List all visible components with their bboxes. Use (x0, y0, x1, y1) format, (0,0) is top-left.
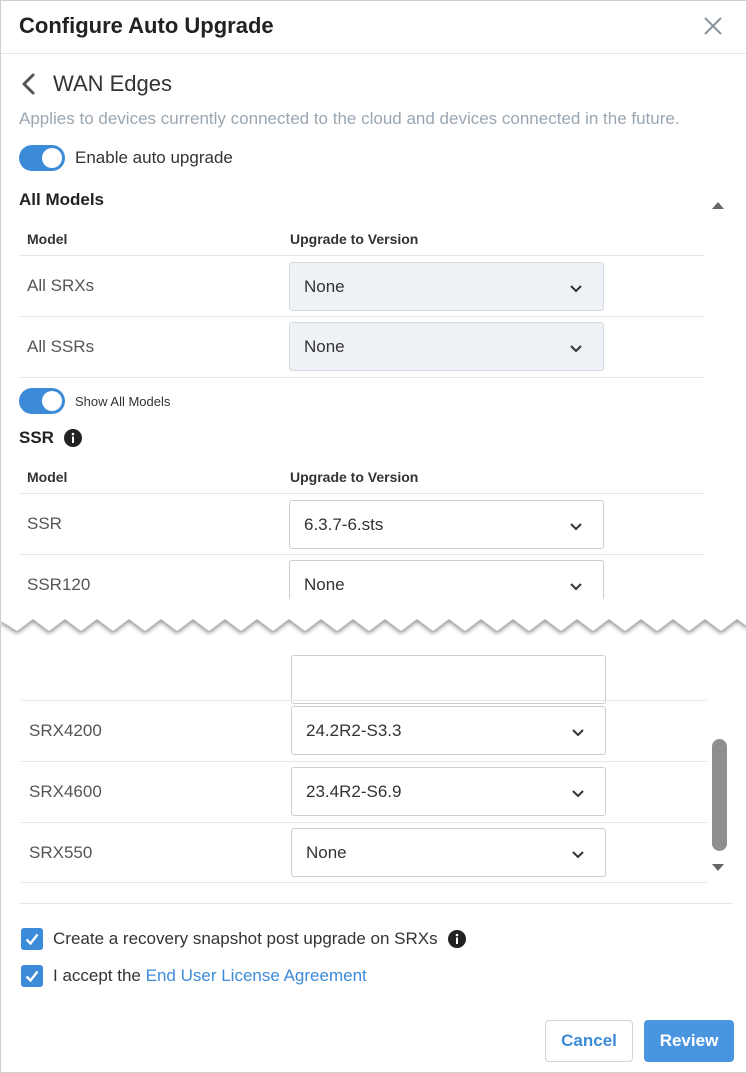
select-value: 23.4R2-S6.9 (306, 781, 402, 801)
ssr-heading: SSR (19, 428, 82, 448)
info-icon[interactable] (63, 429, 82, 447)
close-icon[interactable] (702, 15, 724, 37)
divider (21, 882, 707, 883)
all-srxs-version-select[interactable]: None (289, 262, 604, 311)
chevron-down-icon (570, 583, 582, 591)
eula-label: I accept the End User License Agreement (53, 966, 367, 986)
all-models-col-model: Model (27, 231, 68, 247)
srx4600-version-select[interactable]: 23.4R2-S6.9 (291, 767, 606, 816)
chevron-left-icon[interactable] (19, 72, 39, 96)
srx-row-model: SRX550 (29, 843, 93, 862)
recovery-snapshot-row: Create a recovery snapshot post upgrade … (21, 928, 466, 950)
scroll-up-arrow-icon[interactable] (707, 195, 729, 215)
enable-auto-upgrade-label: Enable auto upgrade (75, 148, 233, 167)
scrollbar-bottom[interactable] (707, 639, 729, 885)
ssr-col-model: Model (27, 469, 68, 485)
models-scroll-area-top[interactable]: All Models Model Upgrade to Version All … (1, 187, 736, 621)
eula-checkbox[interactable] (21, 965, 43, 987)
divider (19, 255, 705, 256)
show-all-models-toggle[interactable] (19, 388, 65, 414)
review-button[interactable]: Review (644, 1020, 734, 1062)
divider (19, 377, 705, 378)
footer-divider (19, 903, 733, 904)
divider (21, 761, 707, 762)
applies-description: Applies to devices currently connected t… (19, 109, 680, 128)
srx4200-version-select[interactable]: 24.2R2-S3.3 (291, 706, 606, 755)
srx-row-model: SRX4200 (29, 721, 102, 740)
srx550-version-select[interactable]: None (291, 828, 606, 877)
all-models-heading-text: All Models (19, 190, 105, 209)
scrollbar-thumb[interactable] (712, 739, 727, 851)
checkmark-icon (25, 970, 39, 983)
all-models-row-model: All SRXs (27, 276, 95, 295)
ssr-col-version: Upgrade to Version (290, 469, 419, 485)
divider (19, 316, 705, 317)
srx-row-model: SRX4600 (29, 782, 102, 801)
divider (19, 493, 705, 494)
show-all-models-row: Show All Models (19, 388, 170, 414)
all-models-heading: All Models (19, 190, 104, 210)
recovery-snapshot-checkbox[interactable] (21, 928, 43, 950)
chevron-down-icon (572, 851, 584, 859)
dialog-header: Configure Auto Upgrade (1, 1, 746, 54)
toggle-knob (42, 391, 62, 411)
ssr-heading-text: SSR (19, 428, 54, 447)
ssr-row-model: SSR (27, 514, 62, 533)
show-all-models-label: Show All Models (75, 393, 171, 409)
select-value: None (304, 276, 345, 296)
cancel-button[interactable]: Cancel (545, 1020, 633, 1062)
ssr-version-select[interactable]: 6.3.7-6.sts (289, 500, 604, 549)
select-value: None (306, 842, 347, 862)
chevron-down-icon (570, 345, 582, 353)
all-models-row-model: All SSRs (27, 337, 95, 356)
enable-auto-upgrade-toggle[interactable] (19, 145, 65, 171)
divider (21, 822, 707, 823)
eula-row: I accept the End User License Agreement (21, 965, 367, 987)
ssr-row-model: SSR120 (27, 575, 91, 594)
divider (21, 700, 707, 701)
select-value: None (304, 336, 345, 356)
chevron-down-icon (572, 790, 584, 798)
partial-version-select[interactable] (291, 655, 606, 704)
all-models-col-version: Upgrade to Version (290, 231, 419, 247)
models-scroll-area-bottom[interactable]: SRX4200 24.2R2-S3.3 SRX4600 23.4R2-S6.9 … (1, 639, 736, 885)
select-value: None (304, 574, 345, 594)
eula-link[interactable]: End User License Agreement (146, 966, 367, 985)
recovery-snapshot-label: Create a recovery snapshot post upgrade … (53, 929, 438, 948)
all-ssrs-version-select[interactable]: None (289, 322, 604, 371)
back-row: WAN Edges (19, 69, 172, 99)
chevron-down-icon (570, 285, 582, 293)
select-value: 24.2R2-S3.3 (306, 720, 402, 740)
scroll-down-arrow-icon[interactable] (707, 857, 729, 877)
chevron-down-icon (572, 729, 584, 737)
checkmark-icon (25, 933, 39, 946)
section-title: WAN Edges (53, 71, 173, 96)
select-value: 6.3.7-6.sts (304, 514, 384, 534)
chevron-down-icon (570, 523, 582, 531)
info-icon[interactable] (447, 930, 466, 948)
eula-prefix: I accept the (53, 966, 146, 985)
divider (19, 554, 705, 555)
dialog-title: Configure Auto Upgrade (19, 13, 274, 38)
configure-auto-upgrade-dialog: Configure Auto Upgrade WAN Edges Applies… (0, 0, 747, 1073)
toggle-knob (42, 148, 62, 168)
image-break-divider (1, 599, 746, 634)
scrollbar-top[interactable] (707, 187, 729, 621)
enable-auto-upgrade-row: Enable auto upgrade (19, 145, 233, 171)
